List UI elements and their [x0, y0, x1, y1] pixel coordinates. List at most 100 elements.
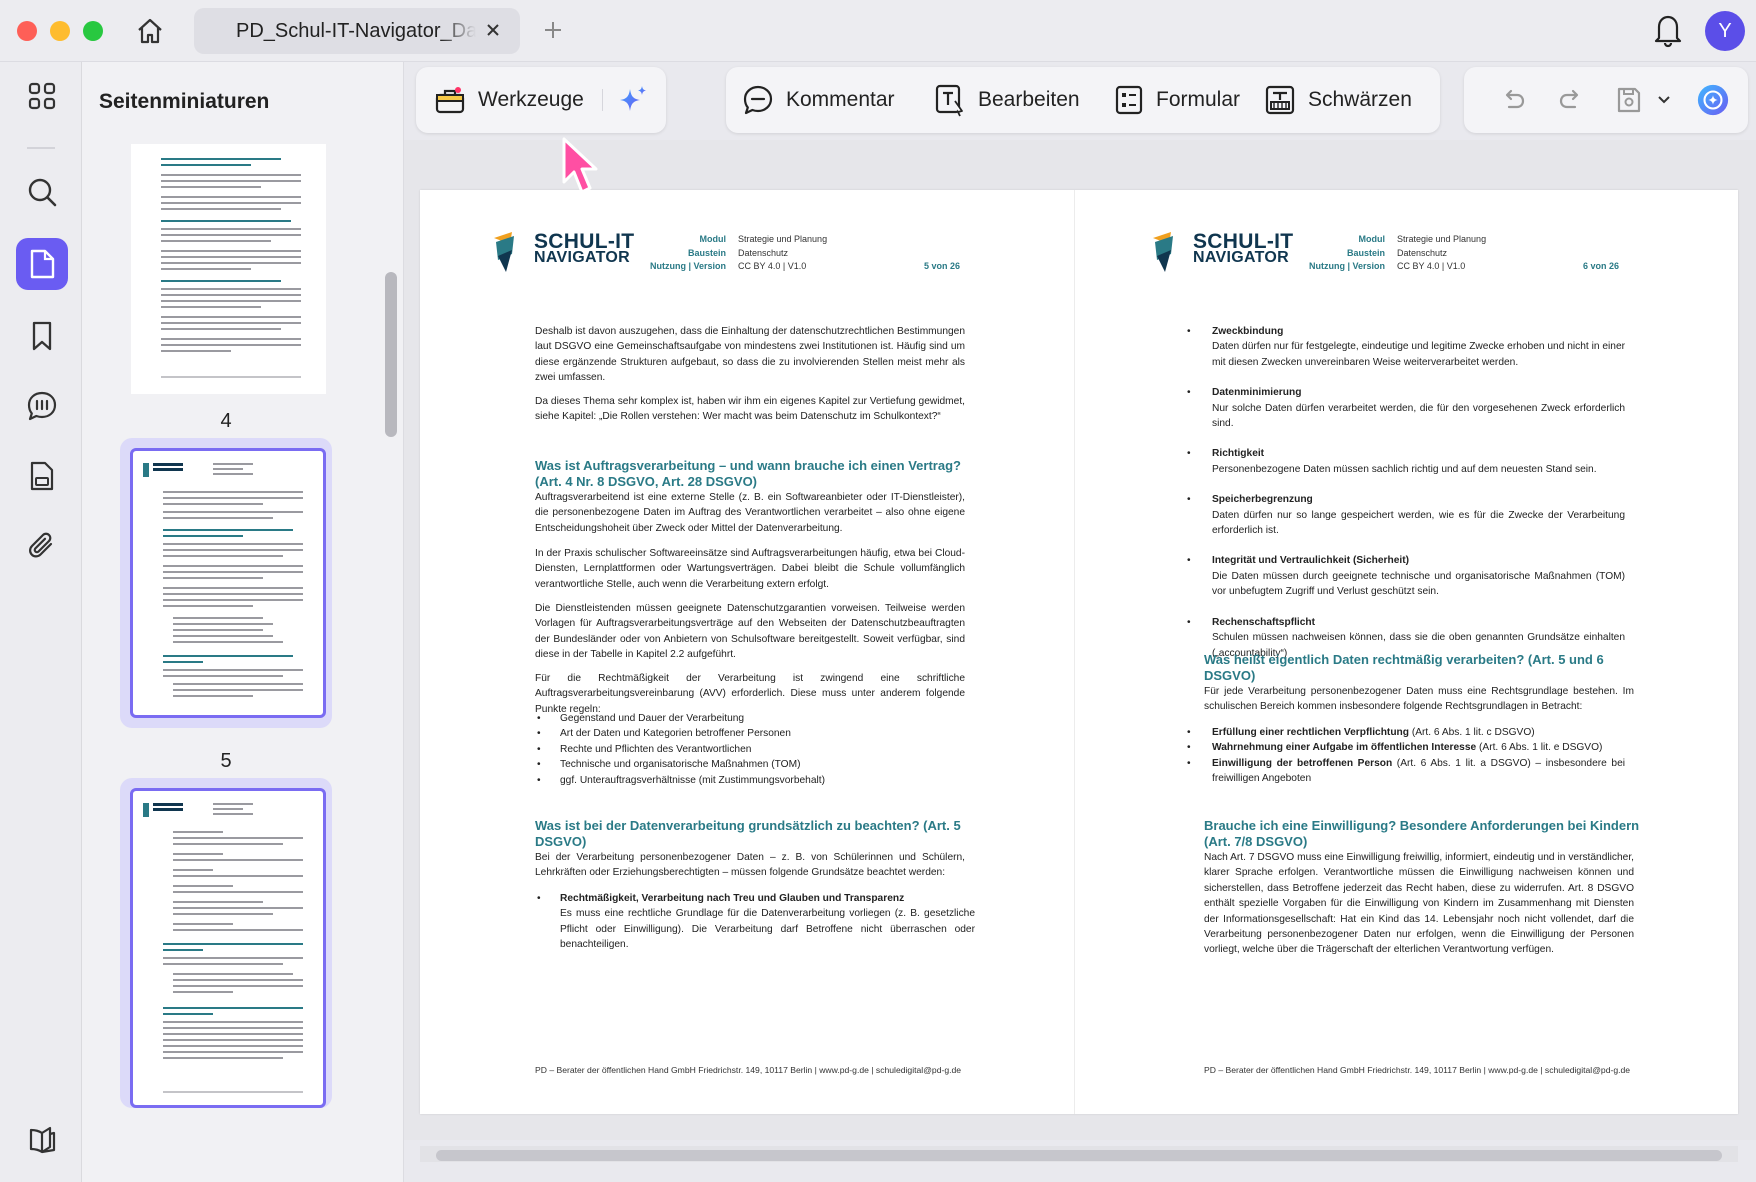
document-spread[interactable]: SCHUL-IT NAVIGATOR Modul Baustein Nutzun… — [420, 190, 1738, 1114]
meta-key: Baustein — [1346, 248, 1385, 258]
paragraph: Bei der Verarbeitung personenbezogener D… — [535, 852, 965, 879]
meta-key: Modul — [1358, 234, 1386, 244]
list-item: Erfüllung einer rechtlichen Verpflichtun… — [1185, 725, 1625, 741]
list-item: Speicherbegrenzung Daten dürfen nur so l… — [1185, 492, 1625, 538]
list-item: Richtigkeit Personenbezogene Daten müsse… — [1185, 446, 1625, 477]
grid-icon — [28, 82, 56, 110]
comment-icon — [743, 85, 773, 115]
page-thumbnail-5[interactable] — [130, 448, 326, 718]
paragraph: Die Dienstleistenden müssen geeignete Da… — [535, 603, 965, 661]
rail-forms-button[interactable] — [16, 450, 68, 502]
page-counter: 5 von 26 — [924, 261, 961, 271]
comment-mode-button[interactable]: Kommentar — [742, 67, 895, 133]
text-edit-icon — [935, 84, 963, 117]
bell-icon — [1654, 15, 1682, 48]
meta-value: Datenschutz — [738, 248, 789, 258]
paragraph: Da dieses Thema sehr komplex ist, haben … — [535, 396, 965, 423]
horizontal-scrollbar[interactable] — [436, 1150, 1722, 1161]
page-thumbnail-6[interactable] — [130, 788, 326, 1108]
document-page-6: SCHUL-IT NAVIGATOR Modul Baustein Nutzun… — [1079, 190, 1738, 1114]
meta-value: Datenschutz — [1397, 248, 1448, 258]
ai-sparkle-button[interactable] — [616, 83, 650, 117]
list-item-title: Rechtmäßigkeit, Verarbeitung nach Treu u… — [560, 893, 905, 904]
ai-assistant-button[interactable] — [1696, 83, 1730, 117]
close-icon — [487, 24, 499, 36]
redo-icon — [1559, 89, 1579, 109]
chevron-down-icon — [1658, 96, 1670, 104]
tab-close-button[interactable] — [482, 19, 504, 41]
list-item: Art der Daten und Kategorien betroffener… — [535, 726, 975, 742]
new-tab-button[interactable] — [540, 17, 566, 43]
meta-value: Strategie und Planung — [1397, 234, 1487, 244]
search-icon — [28, 178, 57, 207]
document-tab[interactable]: PD_Schul-IT-Navigator_Datenschutz — [194, 8, 520, 54]
meta-key: Baustein — [687, 248, 726, 258]
list-item: Rechte und Pflichten des Verantwortliche… — [535, 742, 975, 758]
page-icon — [30, 249, 55, 279]
redact-icon — [1265, 85, 1295, 115]
rail-reading-mode-button[interactable] — [16, 1114, 68, 1166]
section-heading: Was ist Auftragsverarbeitung – und wann … — [535, 458, 961, 489]
list-item-text: Es muss eine rechtliche Grundlage für di… — [560, 908, 975, 951]
rail-apps-button[interactable] — [16, 70, 68, 122]
rail-bookmarks-button[interactable] — [16, 310, 68, 362]
list-item: ggf. Unterauftragsverhältnisse (mit Zust… — [535, 773, 975, 789]
paragraph: Für jede Verarbeitung personenbezogener … — [1204, 686, 1634, 713]
schul-it-navigator-logo: SCHUL-IT NAVIGATOR — [1149, 230, 1299, 274]
window-minimize-button[interactable] — [50, 21, 70, 41]
rail-attachments-button[interactable] — [16, 520, 68, 572]
paperclip-icon — [29, 532, 53, 558]
avv-requirements-list: Gegenstand und Dauer der Verarbeitung Ar… — [535, 711, 975, 788]
list-item: Rechtmäßigkeit, Verarbeitung nach Treu u… — [535, 891, 975, 953]
rail-search-button[interactable] — [16, 166, 68, 218]
redact-label: Schwärzen — [1308, 88, 1412, 111]
sparkle-icon — [620, 86, 646, 111]
form-icon — [1115, 85, 1143, 115]
edit-mode-button[interactable]: Bearbeiten — [934, 67, 1080, 133]
undo-button[interactable] — [1496, 83, 1530, 117]
edit-label: Bearbeiten — [978, 88, 1080, 111]
title-bar: PD_Schul-IT-Navigator_Datenschutz Y — [0, 0, 1756, 62]
rail-comments-button[interactable] — [16, 380, 68, 432]
left-icon-rail — [0, 62, 82, 1182]
ai-assistant-icon — [1697, 84, 1729, 116]
page-thumbnail-4[interactable] — [131, 144, 326, 394]
page-counter: 6 von 26 — [1583, 261, 1620, 271]
redo-button[interactable] — [1554, 83, 1588, 117]
meta-key: Modul — [699, 234, 727, 244]
notifications-button[interactable] — [1652, 12, 1684, 48]
paragraph: In der Praxis schulischer Softwareeinsät… — [535, 548, 965, 590]
window-close-button[interactable] — [17, 21, 37, 41]
save-options-dropdown[interactable] — [1654, 83, 1674, 117]
book-icon — [29, 1126, 56, 1154]
thumbnails-panel: Seitenminiaturen 4 5 — [82, 62, 404, 1182]
undo-icon — [1505, 89, 1525, 109]
rail-divider — [27, 147, 55, 149]
list-item: Integrität und Vertraulichkeit (Sicherhe… — [1185, 553, 1625, 599]
window-maximize-button[interactable] — [83, 21, 103, 41]
list-item: Wahrnehmung einer Aufgabe im öffentliche… — [1185, 740, 1625, 756]
home-button[interactable] — [132, 14, 168, 48]
form-mode-button[interactable]: Formular — [1114, 67, 1240, 133]
thumbnails-scrollbar[interactable] — [385, 272, 397, 437]
navigator-logo-icon — [1153, 232, 1173, 272]
meta-value: CC BY 4.0 | V1.0 — [1397, 261, 1466, 271]
save-button[interactable] — [1612, 83, 1646, 117]
save-icon — [1617, 87, 1641, 113]
principles-list: Rechtmäßigkeit, Verarbeitung nach Treu u… — [535, 891, 975, 953]
tools-group: Werkzeuge — [416, 67, 666, 133]
rail-thumbnails-button[interactable] — [16, 238, 68, 290]
page-divider — [1074, 190, 1075, 1114]
paragraph: Deshalb ist davon auszugehen, dass die E… — [535, 326, 965, 384]
tools-button[interactable]: Werkzeuge — [434, 67, 584, 133]
page-footer: PD – Berater der öffentlichen Hand GmbH … — [1204, 1065, 1631, 1075]
bookmark-icon — [32, 321, 52, 351]
avatar[interactable]: Y — [1705, 11, 1745, 51]
mouse-cursor-icon — [562, 137, 598, 194]
redact-mode-button[interactable]: Schwärzen — [1264, 67, 1412, 133]
toolbar-divider — [602, 89, 603, 111]
tab-title: PD_Schul-IT-Navigator_Datenschutz — [236, 19, 476, 42]
toolbox-icon — [435, 87, 465, 114]
schul-it-navigator-logo: SCHUL-IT NAVIGATOR — [490, 230, 640, 274]
principles-list: Zweckbindung Daten dürfen nur für festge… — [1185, 324, 1625, 661]
